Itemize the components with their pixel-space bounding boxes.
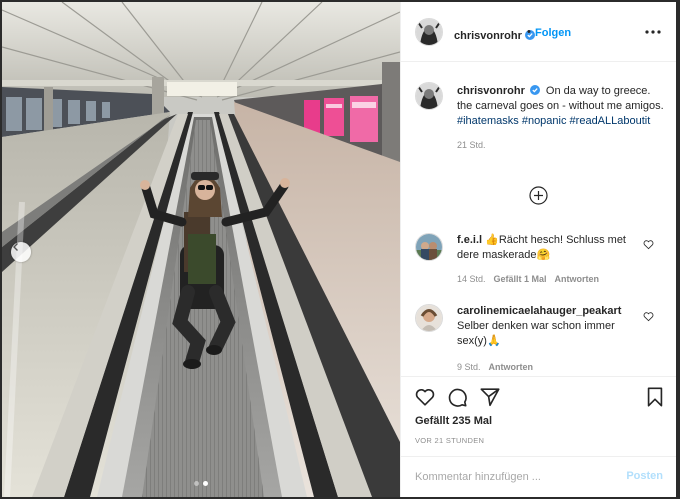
caption-author-avatar[interactable] (415, 82, 443, 110)
carousel-indicator (2, 481, 400, 486)
comment-time[interactable]: 14 Std. (457, 274, 486, 284)
comment-text: Selber denken war schon immer sex(y)🙏 (457, 320, 615, 347)
add-comment-bar: Posten (401, 456, 676, 497)
post-photo[interactable] (2, 2, 400, 497)
commenter-avatar[interactable] (415, 304, 443, 332)
heart-icon[interactable] (643, 239, 654, 250)
author-username[interactable]: chrisvonrohr (454, 30, 522, 42)
more-horizontal-icon[interactable] (643, 22, 663, 42)
commenter-avatar[interactable] (415, 233, 443, 261)
separator-dot: • (527, 26, 531, 38)
plus-circle-icon[interactable] (529, 186, 548, 205)
post-timestamp[interactable]: VOR 21 STUNDEN (415, 436, 484, 445)
author-avatar[interactable] (415, 18, 443, 46)
avatar-image (416, 234, 442, 260)
previous-photo-button[interactable] (11, 242, 31, 262)
verified-badge-icon (529, 85, 540, 95)
heart-icon[interactable] (643, 311, 654, 322)
likes-count[interactable]: Gefällt 235 Mal (415, 415, 492, 427)
avatar-image (416, 19, 442, 45)
comment-likes[interactable]: Gefällt 1 Mal (494, 274, 547, 284)
hashtag-link[interactable]: #readALLaboutit (570, 115, 651, 127)
comment-author[interactable]: f.e.i.l (457, 234, 482, 246)
post-header: chrisvonrohr • Folgen (401, 2, 676, 62)
hashtag-link[interactable]: #nopanic (522, 115, 567, 127)
airport-walkway-photo (2, 2, 400, 497)
avatar-image (416, 83, 442, 109)
comment-text-block: f.e.i.l 👍Rächt hesch! Schluss met dere m… (457, 233, 642, 263)
instagram-post-modal: chrisvonrohr • Folgen chrisvonrohr On da… (2, 2, 676, 497)
post-side-panel: chrisvonrohr • Folgen chrisvonrohr On da… (400, 2, 676, 497)
author-line: chrisvonrohr (454, 26, 535, 44)
comment-input[interactable] (415, 469, 615, 485)
comment-text: 👍Rächt hesch! Schluss met dere maskerade… (457, 234, 626, 261)
comment-text-block: carolinemicaelahauger_peakart Selber den… (457, 304, 642, 349)
reply-button[interactable]: Antworten (555, 274, 600, 284)
carousel-dot-active (203, 481, 208, 486)
post-actions: Gefällt 235 Mal VOR 21 STUNDEN (401, 376, 676, 456)
avatar-image (416, 305, 442, 331)
reply-button[interactable]: Antworten (489, 362, 534, 372)
comment-author[interactable]: carolinemicaelahauger_peakart (457, 305, 621, 317)
bookmark-icon[interactable] (644, 386, 666, 408)
caption-author[interactable]: chrisvonrohr (457, 85, 525, 97)
comment-meta: 14 Std. Gefällt 1 Mal Antworten (457, 274, 607, 284)
comment-meta: 9 Std. Antworten (457, 362, 541, 372)
heart-icon[interactable] (414, 386, 436, 408)
carousel-dot (194, 481, 199, 486)
chevron-left-icon (13, 243, 18, 251)
comment-icon[interactable] (446, 386, 468, 408)
post-comment-button[interactable]: Posten (626, 470, 663, 482)
follow-button[interactable]: Folgen (535, 27, 571, 39)
caption-time[interactable]: 21 Std. (457, 138, 667, 153)
share-icon[interactable] (479, 386, 501, 408)
comment-time[interactable]: 9 Std. (457, 362, 481, 372)
hashtag-link[interactable]: #ihatemasks (457, 115, 519, 127)
caption-text-block: chrisvonrohr On da way to greece. the ca… (457, 84, 667, 153)
